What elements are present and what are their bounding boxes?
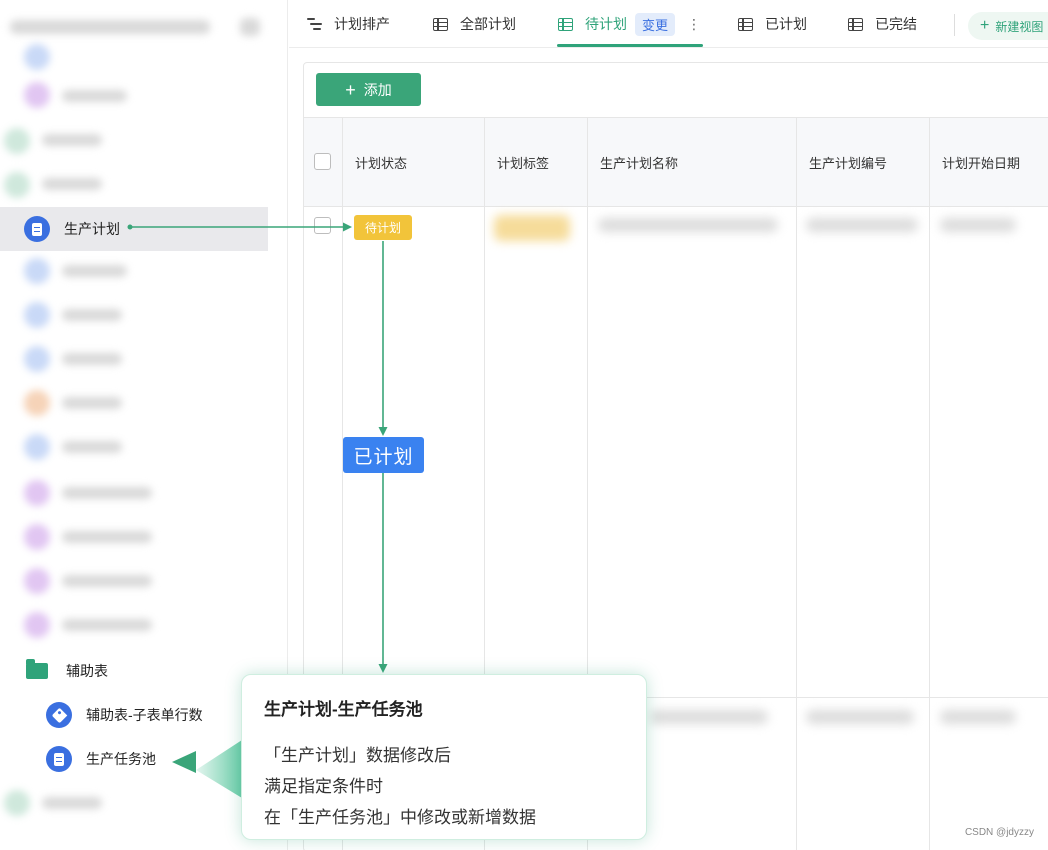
blurred-tag-cell — [494, 215, 570, 241]
blurred-text — [42, 178, 102, 190]
watermark: CSDN @jdyzzy — [964, 827, 1034, 838]
tab-label: 已完结 — [875, 16, 917, 32]
sidebar-item-production-plan[interactable]: 生产计划 — [0, 207, 268, 251]
blurred-icon — [24, 480, 50, 506]
column-header-start-date[interactable]: 计划开始日期 — [930, 118, 1020, 206]
table-icon — [558, 17, 573, 31]
blurred-icon — [4, 172, 30, 198]
tag-icon — [46, 702, 72, 728]
blurred-text — [42, 134, 102, 146]
blurred-text — [62, 90, 127, 102]
blurred-text — [62, 441, 122, 453]
tab-gantt[interactable]: 计划排产 — [307, 0, 390, 48]
more-options-icon[interactable]: ⋮ — [687, 16, 701, 33]
blurred-icon — [24, 258, 50, 284]
tab-divider — [954, 14, 955, 36]
blurred-text — [62, 309, 122, 321]
blurred-text — [62, 265, 127, 277]
tab-label: 已计划 — [765, 16, 807, 32]
tab-label: 全部计划 — [460, 16, 516, 32]
blurred-app-title — [10, 20, 210, 34]
blurred-cell — [650, 710, 768, 724]
document-icon — [24, 216, 50, 242]
new-view-label: 新建视图 — [995, 19, 1044, 34]
tab-label: 计划排产 — [334, 16, 390, 32]
blurred-icon — [24, 612, 50, 638]
sidebar-item-task-pool[interactable]: 生产任务池 — [46, 746, 156, 772]
table-icon — [848, 17, 863, 31]
blurred-cell — [598, 218, 778, 232]
blurred-icon — [24, 568, 50, 594]
column-divider — [796, 117, 797, 850]
blurred-icon — [240, 18, 260, 36]
select-all-checkbox[interactable] — [314, 153, 331, 170]
folder-label: 辅助表 — [66, 663, 108, 679]
tab-done[interactable]: 已完结 — [848, 0, 917, 48]
blurred-text — [62, 353, 122, 365]
callout-title: 生产计划-生产任务池 — [264, 700, 423, 719]
gantt-icon — [307, 18, 322, 30]
blurred-text — [62, 575, 152, 587]
folder-icon — [26, 659, 48, 679]
blurred-text — [62, 619, 152, 631]
sidebar-item-label: 辅助表-子表单行数 — [86, 707, 203, 723]
blurred-cell — [806, 710, 914, 724]
callout-line: 满足指定条件时 — [264, 777, 383, 796]
row-checkbox[interactable] — [314, 217, 331, 234]
blurred-icon — [24, 524, 50, 550]
rule-callout: 生产计划-生产任务池 「生产计划」数据修改后 满足指定条件时 在「生产任务池」中… — [241, 674, 647, 840]
add-button[interactable]: + 添加 — [316, 73, 421, 106]
table-icon — [738, 17, 753, 31]
blurred-text — [62, 531, 152, 543]
column-header-plan-number[interactable]: 生产计划编号 — [797, 118, 887, 206]
blurred-icon — [4, 790, 30, 816]
callout-line: 在「生产任务池」中修改或新增数据 — [264, 808, 536, 827]
planned-state-label: 已计划 — [343, 437, 424, 473]
column-header-plan-name[interactable]: 生产计划名称 — [588, 118, 678, 206]
blurred-icon — [24, 346, 50, 372]
status-badge: 待计划 — [354, 215, 412, 240]
blurred-icon — [24, 44, 50, 70]
column-divider — [929, 117, 930, 850]
blurred-cell — [940, 710, 1016, 724]
tab-badge: 变更 — [635, 12, 676, 36]
sidebar-item-aux-subtable-rows[interactable]: 辅助表-子表单行数 — [46, 702, 203, 728]
tab-all-plans[interactable]: 全部计划 — [433, 0, 516, 48]
blurred-icon — [24, 82, 50, 108]
blurred-icon — [24, 434, 50, 460]
tab-label: 待计划 — [585, 16, 627, 32]
table-icon — [433, 17, 448, 31]
plus-icon: + — [980, 17, 990, 34]
sidebar-folder-auxiliary[interactable]: 辅助表 — [26, 658, 108, 684]
blurred-text — [42, 797, 102, 809]
new-view-button[interactable]: + 新建视图 — [968, 12, 1048, 40]
plus-icon: + — [345, 79, 356, 100]
active-tab-indicator — [557, 44, 703, 47]
blurred-text — [62, 487, 152, 499]
document-icon — [46, 746, 72, 772]
blurred-cell — [806, 218, 918, 232]
column-header-tag[interactable]: 计划标签 — [485, 118, 549, 206]
tab-planned[interactable]: 已计划 — [738, 0, 807, 48]
sidebar-item-label: 生产计划 — [64, 221, 120, 237]
callout-line: 「生产计划」数据修改后 — [264, 746, 451, 765]
sidebar-item-label: 生产任务池 — [86, 751, 156, 767]
blurred-cell — [940, 218, 1016, 232]
blurred-icon — [24, 302, 50, 328]
blurred-text — [62, 397, 122, 409]
add-label: 添加 — [363, 81, 392, 98]
column-header-status[interactable]: 计划状态 — [343, 118, 407, 206]
blurred-icon — [4, 128, 30, 154]
blurred-icon — [24, 390, 50, 416]
tab-pending[interactable]: 待计划 变更 ⋮ — [558, 0, 701, 48]
